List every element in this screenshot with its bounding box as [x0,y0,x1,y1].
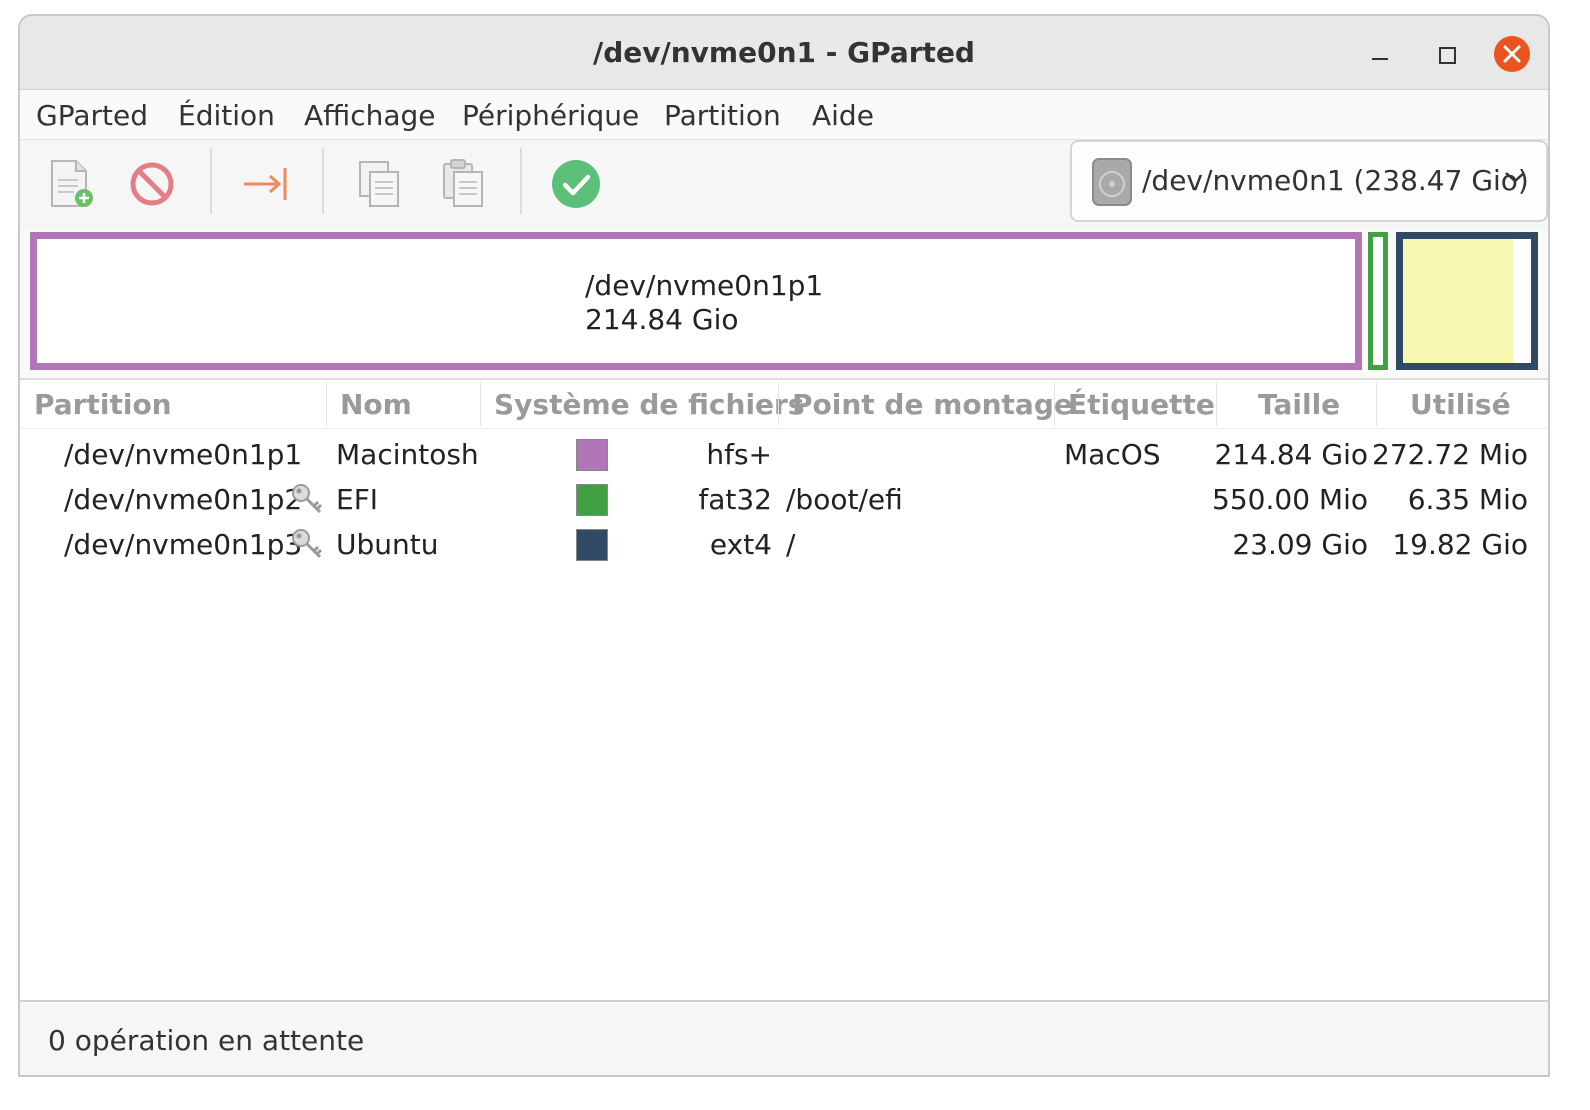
table-row[interactable]: /dev/nvme0n1p2 EFI fat32 /boot/efi 550.0… [20,477,1548,523]
filesystem-color-swatch [576,484,608,516]
disk-map-partition-nvme0n1p3[interactable] [1396,232,1538,370]
cell-size: 550.00 Mio [1212,483,1368,516]
table-row[interactable]: /dev/nvme0n1p3 Ubuntu ext4 / 23.09 Gio 1… [20,522,1548,568]
column-header-partition[interactable]: Partition [34,388,172,421]
column-separator [1376,382,1377,426]
disk-map-selected-size: 214.84 Gio [585,303,739,336]
column-header-mountpoint[interactable]: Point de montage [792,388,1073,421]
pending-operations-status: 0 opération en attente [48,1024,365,1057]
status-bar: 0 opération en attente [20,1004,1548,1075]
cell-size: 23.09 Gio [1232,528,1368,561]
menu-edition[interactable]: Édition [178,99,275,132]
cell-name: EFI [336,483,379,516]
apply-icon [552,160,600,208]
column-header-size[interactable]: Taille [1258,388,1340,421]
menu-affichage[interactable]: Affichage [304,99,436,132]
column-header-nom[interactable]: Nom [340,388,412,421]
gparted-window: /dev/nvme0n1 - GParted GParted Édition A… [18,14,1550,1077]
cell-mountpoint: / [786,528,796,561]
column-separator [326,382,327,426]
title-bar[interactable]: /dev/nvme0n1 - GParted [20,16,1548,90]
resize-move-icon [244,168,287,200]
cell-used: 19.82 Gio [1392,528,1528,561]
disk-map: /dev/nvme0n1p1 214.84 Gio [30,232,1542,372]
header-divider [20,428,1548,429]
disk-map-partition-nvme0n1p1[interactable]: /dev/nvme0n1p1 214.84 Gio [30,232,1362,370]
cell-label: MacOS [1064,438,1161,471]
toolbar: /dev/nvme0n1 (238.47 Gio) [20,140,1548,230]
cell-name: Ubuntu [336,528,439,561]
cell-partition: /dev/nvme0n1p2 [64,483,303,516]
column-header-filesystem[interactable]: Système de fichiers [494,388,805,421]
close-button[interactable] [1494,36,1530,72]
column-separator [480,382,481,426]
window-title: /dev/nvme0n1 - GParted [593,36,975,69]
cell-mountpoint: /boot/efi [786,483,903,516]
menu-partition[interactable]: Partition [664,99,781,132]
column-separator [778,382,779,426]
minimize-button[interactable] [1362,36,1398,72]
key-icon [292,529,323,559]
cell-filesystem: hfs+ [706,438,772,471]
paste-icon [443,159,483,207]
column-header-label[interactable]: Étiquette [1068,388,1215,421]
delete-icon [130,162,174,206]
toolbar-separator [322,148,324,214]
new-partition-button[interactable] [46,158,98,210]
device-selector[interactable]: /dev/nvme0n1 (238.47 Gio) [1070,140,1548,222]
cell-used: 272.72 Mio [1372,438,1528,471]
cell-partition: /dev/nvme0n1p3 [64,528,303,561]
delete-button[interactable] [126,158,178,210]
disk-map-partition-nvme0n1p2[interactable] [1368,232,1388,370]
resize-move-button[interactable] [240,158,292,210]
cell-filesystem: ext4 [709,528,772,561]
filesystem-color-swatch [576,439,608,471]
menu-bar: GParted Édition Affichage Périphérique P… [20,90,1548,140]
chevron-down-icon [1505,172,1525,183]
device-selector-label: /dev/nvme0n1 (238.47 Gio) [1142,164,1529,197]
maximize-button[interactable] [1428,36,1464,72]
copy-icon [359,161,399,207]
cell-partition: /dev/nvme0n1p1 [64,438,303,471]
apply-button[interactable] [550,158,602,210]
filesystem-color-swatch [576,529,608,561]
table-row[interactable]: /dev/nvme0n1p1 Macintosh hfs+ MacOS 214.… [20,432,1548,478]
column-separator [1216,382,1217,426]
column-separator [1054,382,1055,426]
menu-aide[interactable]: Aide [812,99,874,132]
cell-size: 214.84 Gio [1214,438,1368,471]
partition-list[interactable]: Partition Nom Système de fichiers Point … [20,378,1548,1002]
key-icon [292,484,323,514]
menu-peripherique[interactable]: Périphérique [462,99,639,132]
toolbar-separator [210,148,212,214]
copy-button[interactable] [354,158,406,210]
close-icon [1503,45,1521,63]
cell-used: 6.35 Mio [1407,483,1528,516]
cell-filesystem: fat32 [698,483,772,516]
paste-button[interactable] [438,158,490,210]
column-header-used[interactable]: Utilisé [1410,388,1511,421]
disk-map-used-space [1403,239,1513,363]
disk-map-selected-name: /dev/nvme0n1p1 [585,269,824,302]
menu-gparted[interactable]: GParted [36,99,148,132]
harddisk-icon [1092,158,1132,206]
cell-name: Macintosh [336,438,479,471]
toolbar-separator [520,148,522,214]
new-partition-icon [51,160,93,207]
